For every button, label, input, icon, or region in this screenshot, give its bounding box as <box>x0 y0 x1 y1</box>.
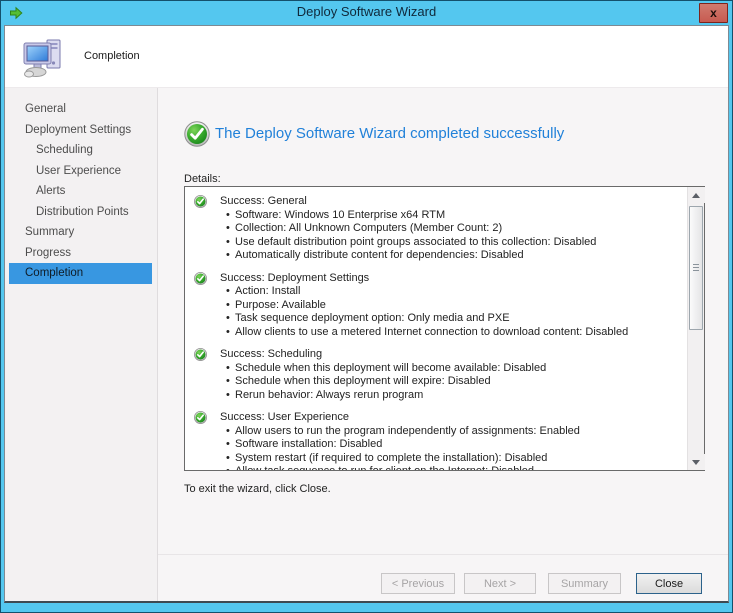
detail-line: Software installation: Disabled <box>194 438 683 452</box>
wizard-nav-sidebar: GeneralDeployment SettingsSchedulingUser… <box>5 88 158 601</box>
detail-line: Rerun behavior: Always rerun program <box>194 389 683 403</box>
success-check-icon <box>194 411 207 424</box>
success-check-icon <box>194 348 207 361</box>
section-title: Success: General <box>220 195 307 207</box>
wizard-header: Completion <box>5 26 728 88</box>
detail-line: Allow users to run the program independe… <box>194 425 683 439</box>
details-section: Success: User Experience Allow users to … <box>194 411 683 470</box>
sidebar-item-alerts[interactable]: Alerts <box>9 181 152 202</box>
button-separator <box>158 554 728 555</box>
status-heading: The Deploy Software Wizard completed suc… <box>215 125 564 142</box>
wizard-client-area: Completion GeneralDeployment SettingsSch… <box>4 25 729 603</box>
close-button[interactable]: Close <box>636 573 702 594</box>
sidebar-item-distribution-points[interactable]: Distribution Points <box>9 202 152 223</box>
detail-line: Task sequence deployment option: Only me… <box>194 312 683 326</box>
details-label: Details: <box>184 173 221 185</box>
main-pane: The Deploy Software Wizard completed suc… <box>158 88 728 601</box>
detail-line: Collection: All Unknown Computers (Membe… <box>194 222 683 236</box>
detail-line: Allow task sequence to run for client on… <box>194 465 683 470</box>
next-button[interactable]: Next > <box>464 573 536 594</box>
triangle-up-icon <box>692 193 700 198</box>
detail-line: Use default distribution point groups as… <box>194 236 683 250</box>
previous-button[interactable]: < Previous <box>381 573 455 594</box>
sidebar-item-summary[interactable]: Summary <box>9 222 152 243</box>
sidebar-item-completion[interactable]: Completion <box>9 263 152 284</box>
details-scrollbar[interactable] <box>687 187 704 470</box>
window-title: Deploy Software Wizard <box>1 4 732 19</box>
detail-line: Software: Windows 10 Enterprise x64 RTM <box>194 209 683 223</box>
success-check-icon <box>194 195 207 208</box>
detail-line: Action: Install <box>194 285 683 299</box>
summary-button[interactable]: Summary <box>548 573 621 594</box>
details-content: Success: General Software: Windows 10 En… <box>185 187 687 470</box>
detail-line: Automatically distribute content for dep… <box>194 249 683 263</box>
detail-line: Allow clients to use a metered Internet … <box>194 326 683 340</box>
sidebar-nav: GeneralDeployment SettingsSchedulingUser… <box>5 99 157 284</box>
details-box: Success: General Software: Windows 10 En… <box>184 186 705 471</box>
details-section: Success: Deployment Settings Action: Ins… <box>194 272 683 340</box>
section-title: Success: Scheduling <box>220 348 322 360</box>
button-row: < Previous Next > Summary Close <box>158 573 728 595</box>
titlebar[interactable]: Deploy Software Wizard x <box>1 1 732 25</box>
sidebar-item-general[interactable]: General <box>9 99 152 120</box>
scroll-thumb[interactable] <box>689 206 703 330</box>
sidebar-item-scheduling[interactable]: Scheduling <box>9 140 152 161</box>
detail-line: Purpose: Available <box>194 299 683 313</box>
close-window-button[interactable]: x <box>699 3 728 23</box>
section-title: Success: Deployment Settings <box>220 272 369 284</box>
scroll-up-button[interactable] <box>688 187 705 203</box>
scroll-down-button[interactable] <box>688 454 705 470</box>
success-check-icon <box>184 121 210 147</box>
detail-line: Schedule when this deployment will becom… <box>194 362 683 376</box>
section-title: Success: User Experience <box>220 411 349 423</box>
success-check-icon <box>194 272 207 285</box>
details-section: Success: Scheduling Schedule when this d… <box>194 348 683 402</box>
sidebar-item-progress[interactable]: Progress <box>9 243 152 264</box>
deploy-software-wizard-window: Deploy Software Wizard x Completion <box>0 0 733 613</box>
sidebar-item-user-experience[interactable]: User Experience <box>9 161 152 182</box>
sidebar-item-deployment-settings[interactable]: Deployment Settings <box>9 120 152 141</box>
triangle-down-icon <box>692 460 700 465</box>
computer-icon <box>21 36 65 80</box>
detail-line: System restart (if required to complete … <box>194 452 683 466</box>
page-title: Completion <box>84 50 140 62</box>
details-section: Success: General Software: Windows 10 En… <box>194 195 683 263</box>
footer-note: To exit the wizard, click Close. <box>184 483 331 495</box>
detail-line: Schedule when this deployment will expir… <box>194 375 683 389</box>
